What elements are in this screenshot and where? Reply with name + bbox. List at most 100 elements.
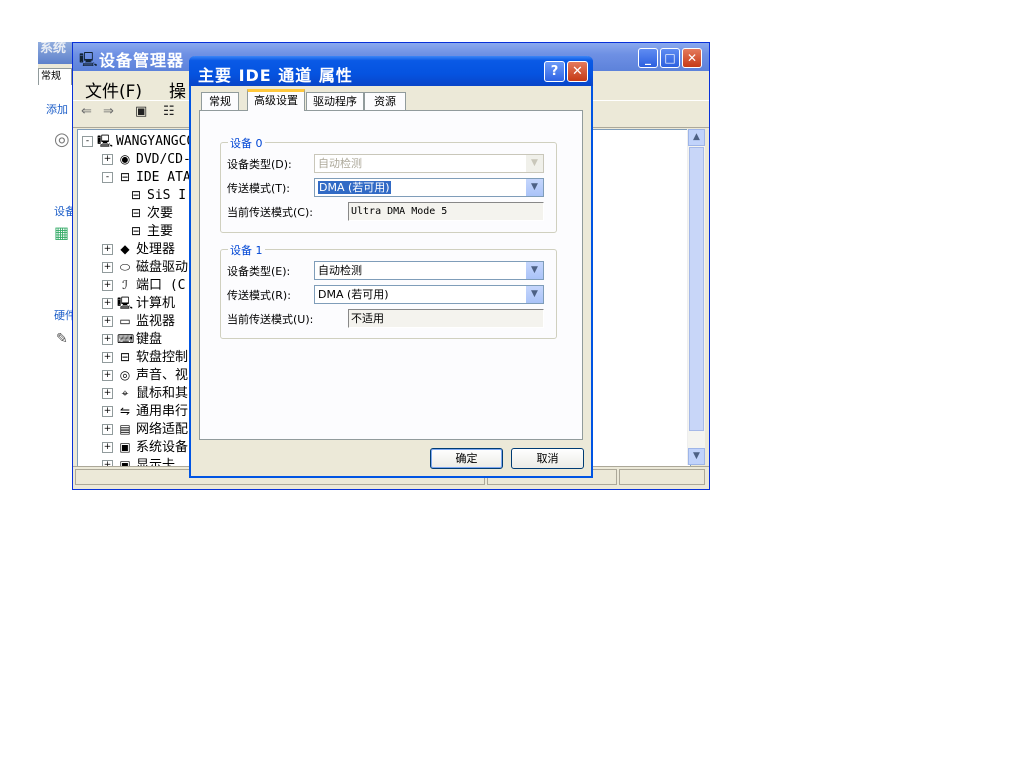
ide-channel-icon: ⊟ xyxy=(130,188,142,202)
expand-icon[interactable]: + xyxy=(102,406,113,417)
tree-item[interactable]: + ⊟ 软盘控制 xyxy=(102,348,188,366)
collapse-icon[interactable]: - xyxy=(82,136,93,147)
device-0-current-mode-label: 当前传送模式(C): xyxy=(227,206,313,219)
tree-item-label: 系统设备 xyxy=(136,440,189,455)
expand-icon[interactable]: + xyxy=(102,352,113,363)
tree-item[interactable]: ⊟ 主要 xyxy=(122,222,173,240)
tree-item-label: 监视器 xyxy=(136,314,176,329)
ok-button[interactable]: 确定 xyxy=(430,448,503,469)
expand-icon[interactable]: + xyxy=(102,442,113,453)
keyboard-icon: ⌨ xyxy=(117,332,135,346)
device-0-type-label: 设备类型(D): xyxy=(227,158,292,171)
monitor-icon: ▭ xyxy=(119,314,131,328)
menu-action[interactable]: 操 xyxy=(169,77,186,102)
tree-item[interactable]: + ⌖ 鼠标和其 xyxy=(102,384,188,402)
hardware-profile-icon: ✎ xyxy=(56,331,68,347)
processor-icon: ◆ xyxy=(120,242,130,256)
dialog-titlebar[interactable]: 主要 IDE 通道 属性 ? ✕ xyxy=(189,56,593,86)
tree-item[interactable]: ⊟ 次要 xyxy=(122,204,173,222)
tree-item[interactable]: + ⌨ 键盘 xyxy=(102,330,162,348)
dialog-close-button[interactable]: ✕ xyxy=(567,61,588,82)
ide-controller-icon: ⊟ xyxy=(119,170,131,184)
expand-icon[interactable]: + xyxy=(102,244,113,255)
expand-icon[interactable]: + xyxy=(102,334,113,345)
dvd-drive-icon: ◉ xyxy=(119,152,131,166)
ide-channel-icon: ⊟ xyxy=(130,224,142,238)
close-button[interactable]: ✕ xyxy=(682,48,702,68)
properties-icon[interactable]: ☷ xyxy=(163,104,175,119)
expand-icon[interactable]: + xyxy=(102,424,113,435)
maximize-button[interactable]: □ xyxy=(660,48,680,68)
tree-item[interactable]: + ▣ 系统设备 xyxy=(102,438,188,456)
port-icon: ℐ xyxy=(122,278,128,292)
expand-icon[interactable]: + xyxy=(102,370,113,381)
tree-item-label: 鼠标和其 xyxy=(136,386,189,401)
tab-resources[interactable]: 资源 xyxy=(364,92,406,110)
tree-item[interactable]: + ℐ 端口 (C xyxy=(102,276,185,294)
network-adapter-icon: ▤ xyxy=(119,422,131,436)
cancel-button[interactable]: 取消 xyxy=(511,448,584,469)
tree-item-label: 声音、视 xyxy=(136,368,189,383)
scroll-down-button[interactable]: ▼ xyxy=(688,448,705,465)
ide-channel-icon: ⊟ xyxy=(130,206,142,220)
chevron-down-icon[interactable]: ▼ xyxy=(525,262,543,279)
tree-item-label: DVD/CD- xyxy=(136,152,191,167)
tree-vertical-scrollbar[interactable]: ▲ ▼ xyxy=(687,129,705,465)
tab-general-background[interactable]: 常规 xyxy=(38,68,72,86)
tree-item[interactable]: + ▤ 网络适配 xyxy=(102,420,188,438)
console-tree-icon[interactable]: ▣ xyxy=(135,104,147,119)
chevron-down-icon[interactable]: ▼ xyxy=(525,286,543,303)
scroll-up-button[interactable]: ▲ xyxy=(688,129,705,146)
expand-icon[interactable]: + xyxy=(102,316,113,327)
tree-item-label: WANGYANGCO xyxy=(116,134,195,149)
tree-item[interactable]: + ◆ 处理器 xyxy=(102,240,175,258)
wizard-icon: ◎ xyxy=(54,129,70,150)
expand-icon[interactable]: + xyxy=(102,298,113,309)
forward-arrow-icon[interactable]: ⇒ xyxy=(103,104,114,119)
tree-item[interactable]: + ▭ 监视器 xyxy=(102,312,175,330)
tree-item-label: 网络适配 xyxy=(136,422,189,437)
floppy-controller-icon: ⊟ xyxy=(119,350,131,364)
tree-item[interactable]: + ◎ 声音、视 xyxy=(102,366,188,384)
menu-file[interactable]: 文件(F) xyxy=(85,77,142,102)
device-1-transfer-mode-select[interactable]: DMA (若可用) ▼ xyxy=(314,285,544,304)
device-1-type-label: 设备类型(E): xyxy=(227,265,291,278)
tree-item[interactable]: + 🖳 计算机 xyxy=(102,294,175,312)
tab-advanced-settings[interactable]: 高级设置 xyxy=(247,89,305,111)
advanced-settings-panel: 设备 0 设备类型(D): 自动检测 ▼ 传送模式(T): DMA (若可用) … xyxy=(199,110,583,440)
expand-icon[interactable]: + xyxy=(102,262,113,273)
device-0-current-mode-value: Ultra DMA Mode 5 xyxy=(348,202,544,221)
tree-item[interactable]: + ⇋ 通用串行 xyxy=(102,402,188,420)
expand-icon[interactable]: + xyxy=(102,388,113,399)
tree-item-label: 键盘 xyxy=(136,332,163,347)
device-1-type-select[interactable]: 自动检测 ▼ xyxy=(314,261,544,280)
help-button[interactable]: ? xyxy=(544,61,565,82)
tab-driver[interactable]: 驱动程序 xyxy=(306,92,364,110)
device-manager-icon: ▦ xyxy=(54,223,70,242)
tab-general[interactable]: 常规 xyxy=(201,92,239,110)
tree-item[interactable]: ⊟ SiS I xyxy=(122,186,186,204)
minimize-button[interactable]: _ xyxy=(638,48,658,68)
expand-icon[interactable]: + xyxy=(102,280,113,291)
device-0-type-select[interactable]: 自动检测 ▼ xyxy=(314,154,544,173)
tree-item-label: 计算机 xyxy=(136,296,176,311)
device-1-current-mode-value: 不适用 xyxy=(348,309,544,328)
tree-item[interactable]: + ⬭ 磁盘驱动 xyxy=(102,258,188,276)
device-0-transfer-mode-select[interactable]: DMA (若可用) ▼ xyxy=(314,178,544,197)
expand-icon[interactable]: + xyxy=(102,154,113,165)
chevron-down-icon[interactable]: ▼ xyxy=(525,179,543,196)
device-1-current-mode-label: 当前传送模式(U): xyxy=(227,313,314,326)
device-1-group: 设备 1 设备类型(E): 自动检测 ▼ 传送模式(R): DMA (若可用) … xyxy=(220,242,557,339)
tree-item[interactable]: + ◉ DVD/CD- xyxy=(102,150,191,168)
computer-icon: 🖳 xyxy=(117,296,134,310)
device-manager-app-icon: 🖳 xyxy=(79,52,98,68)
collapse-icon[interactable]: - xyxy=(102,172,113,183)
scroll-thumb[interactable] xyxy=(689,147,704,431)
tree-item[interactable]: - 🖳 WANGYANGCO xyxy=(82,132,194,150)
back-arrow-icon[interactable]: ⇐ xyxy=(81,104,92,119)
mouse-icon: ⌖ xyxy=(121,386,129,400)
chevron-down-icon[interactable]: ▼ xyxy=(525,155,543,172)
tree-item-label: 端口 (C xyxy=(136,278,186,293)
disk-drive-icon: ⬭ xyxy=(119,260,131,274)
tree-item[interactable]: - ⊟ IDE ATA xyxy=(102,168,191,186)
